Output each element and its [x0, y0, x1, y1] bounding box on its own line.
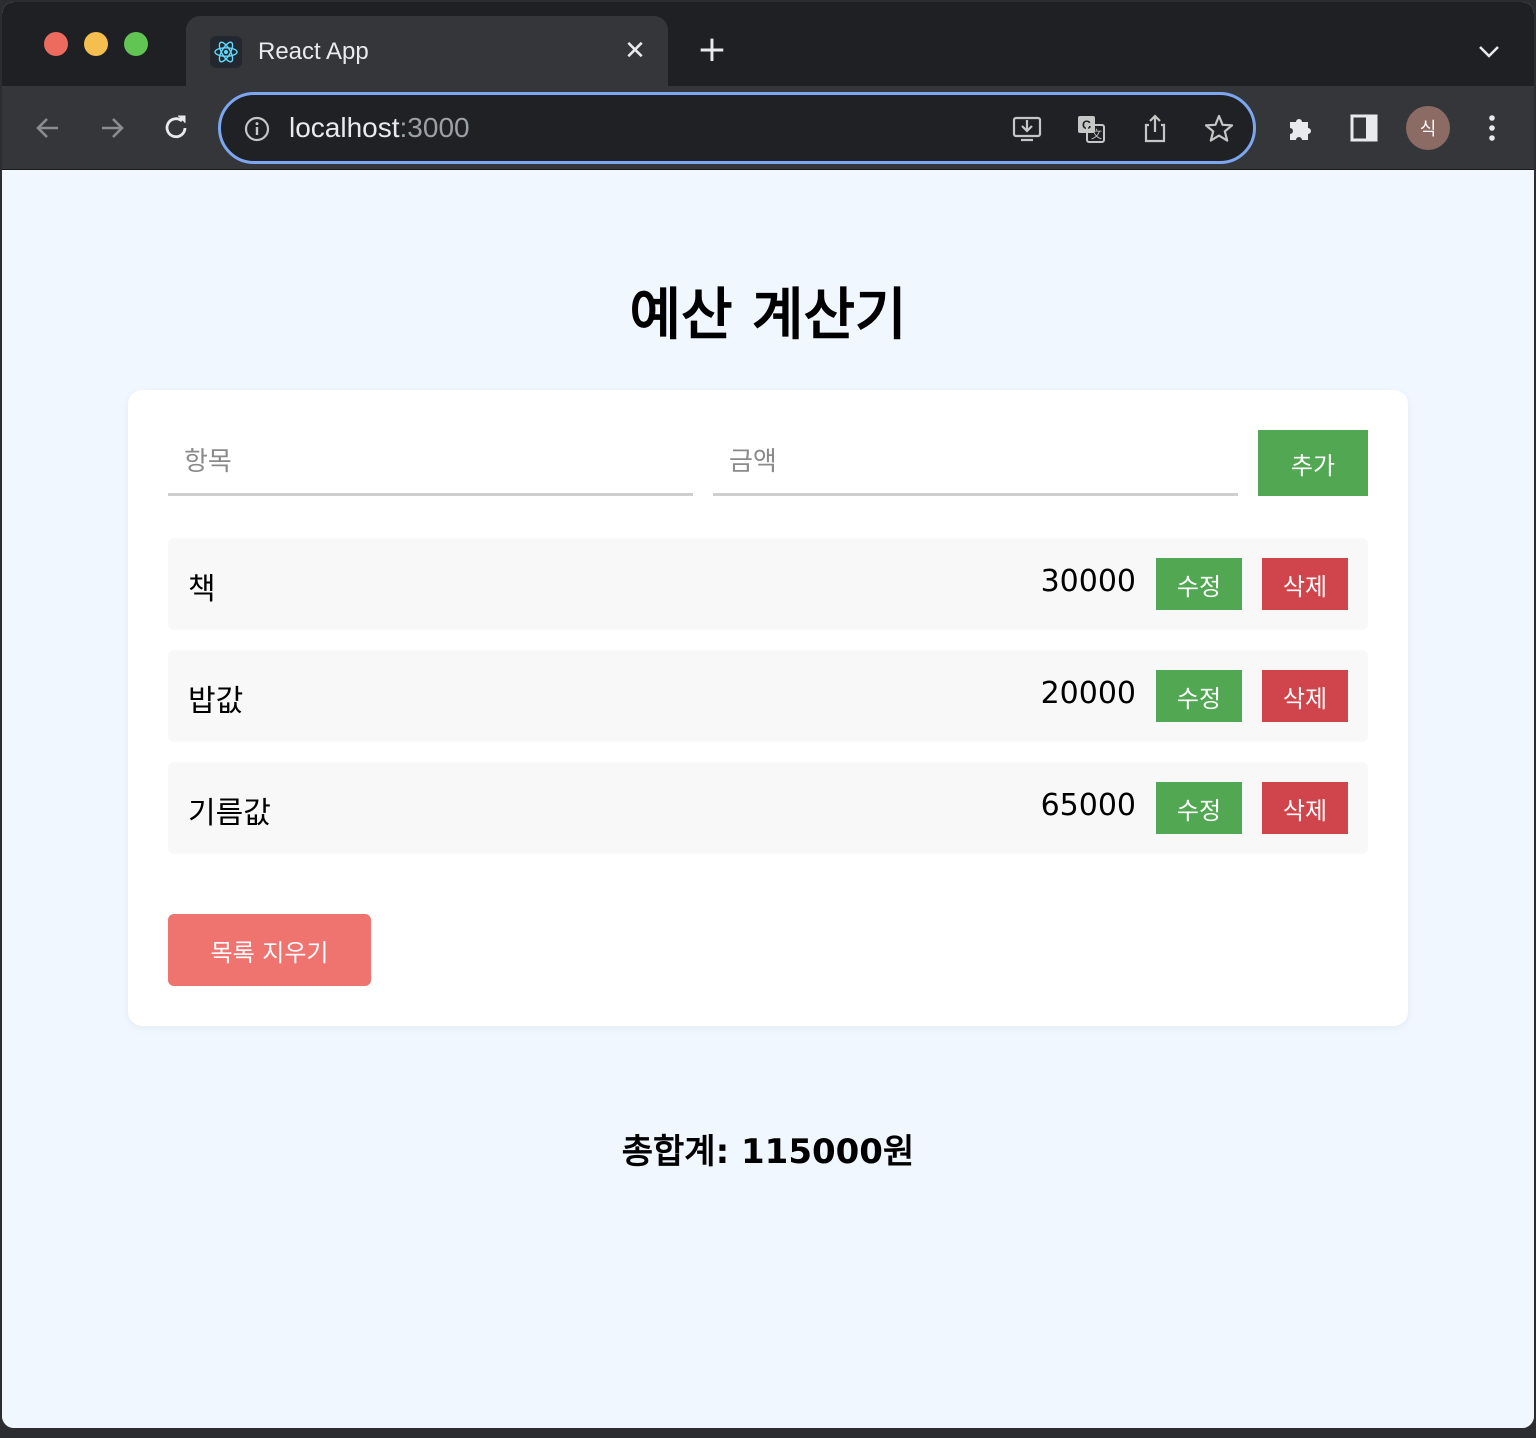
expense-name: 기름값: [188, 796, 271, 831]
site-info-icon[interactable]: [243, 115, 271, 143]
address-bar[interactable]: localhost:3000 G文: [218, 92, 1256, 164]
total-sum: 총합계: 115000원: [621, 1132, 915, 1172]
browser-window: React App ✕ + localhost:3000 G文 식 예산 계산기…: [2, 2, 1534, 1428]
delete-button[interactable]: 삭제: [1262, 782, 1348, 834]
delete-button[interactable]: 삭제: [1262, 558, 1348, 610]
expense-row: 기름값 65000 수정 삭제: [168, 762, 1368, 854]
tab-close-icon[interactable]: ✕: [620, 36, 650, 66]
profile-avatar[interactable]: 식: [1406, 106, 1450, 150]
expense-row: 책 30000 수정 삭제: [168, 538, 1368, 630]
expense-row: 밥값 20000 수정 삭제: [168, 650, 1368, 742]
expense-amount: 65000: [1040, 788, 1136, 823]
item-input[interactable]: [168, 430, 693, 493]
tab-title: React App: [258, 38, 369, 65]
edit-button[interactable]: 수정: [1156, 670, 1242, 722]
url-port: :3000: [399, 112, 470, 143]
maximize-window-button[interactable]: [124, 32, 148, 56]
close-window-button[interactable]: [44, 32, 68, 56]
amount-field: [713, 430, 1238, 496]
share-icon[interactable]: [1137, 111, 1173, 147]
more-menu-icon[interactable]: [1472, 108, 1512, 148]
page-title: 예산 계산기: [629, 283, 907, 348]
url-host: localhost: [289, 112, 400, 143]
item-field: [168, 430, 693, 496]
tab-react-app[interactable]: React App ✕: [186, 16, 668, 86]
reload-icon[interactable]: [156, 108, 196, 148]
forward-arrow-icon[interactable]: [92, 108, 132, 148]
delete-button[interactable]: 삭제: [1262, 670, 1348, 722]
edit-button[interactable]: 수정: [1156, 558, 1242, 610]
expense-amount: 20000: [1040, 676, 1136, 711]
expense-amount: 30000: [1040, 564, 1136, 599]
edit-button[interactable]: 수정: [1156, 782, 1242, 834]
budget-card: 추가 책 30000 수정 삭제 밥값 20000 수정 삭제 기름값 6500…: [128, 390, 1408, 1026]
page-content: 예산 계산기 추가 책 30000 수정 삭제 밥값 20000 수정 삭제: [2, 170, 1534, 1428]
extensions-puzzle-icon[interactable]: [1280, 108, 1320, 148]
tab-strip: React App ✕ +: [2, 2, 1534, 86]
amount-input[interactable]: [713, 430, 1238, 493]
add-button[interactable]: 추가: [1258, 430, 1368, 496]
browser-toolbar: localhost:3000 G文 식: [2, 86, 1534, 170]
expense-name: 책: [188, 572, 216, 607]
translate-icon[interactable]: G文: [1073, 111, 1109, 147]
react-icon: [210, 36, 242, 68]
svg-text:文: 文: [1091, 127, 1102, 141]
clear-list-button[interactable]: 목록 지우기: [168, 914, 371, 986]
minimize-window-button[interactable]: [84, 32, 108, 56]
chevron-down-icon[interactable]: [1474, 36, 1504, 66]
install-app-icon[interactable]: [1009, 111, 1045, 147]
bookmark-star-icon[interactable]: [1201, 111, 1237, 147]
url-text: localhost:3000: [289, 112, 470, 144]
expense-name: 밥값: [188, 684, 244, 719]
side-panel-icon[interactable]: [1344, 108, 1384, 148]
back-arrow-icon[interactable]: [28, 108, 68, 148]
new-tab-button[interactable]: +: [692, 32, 732, 72]
